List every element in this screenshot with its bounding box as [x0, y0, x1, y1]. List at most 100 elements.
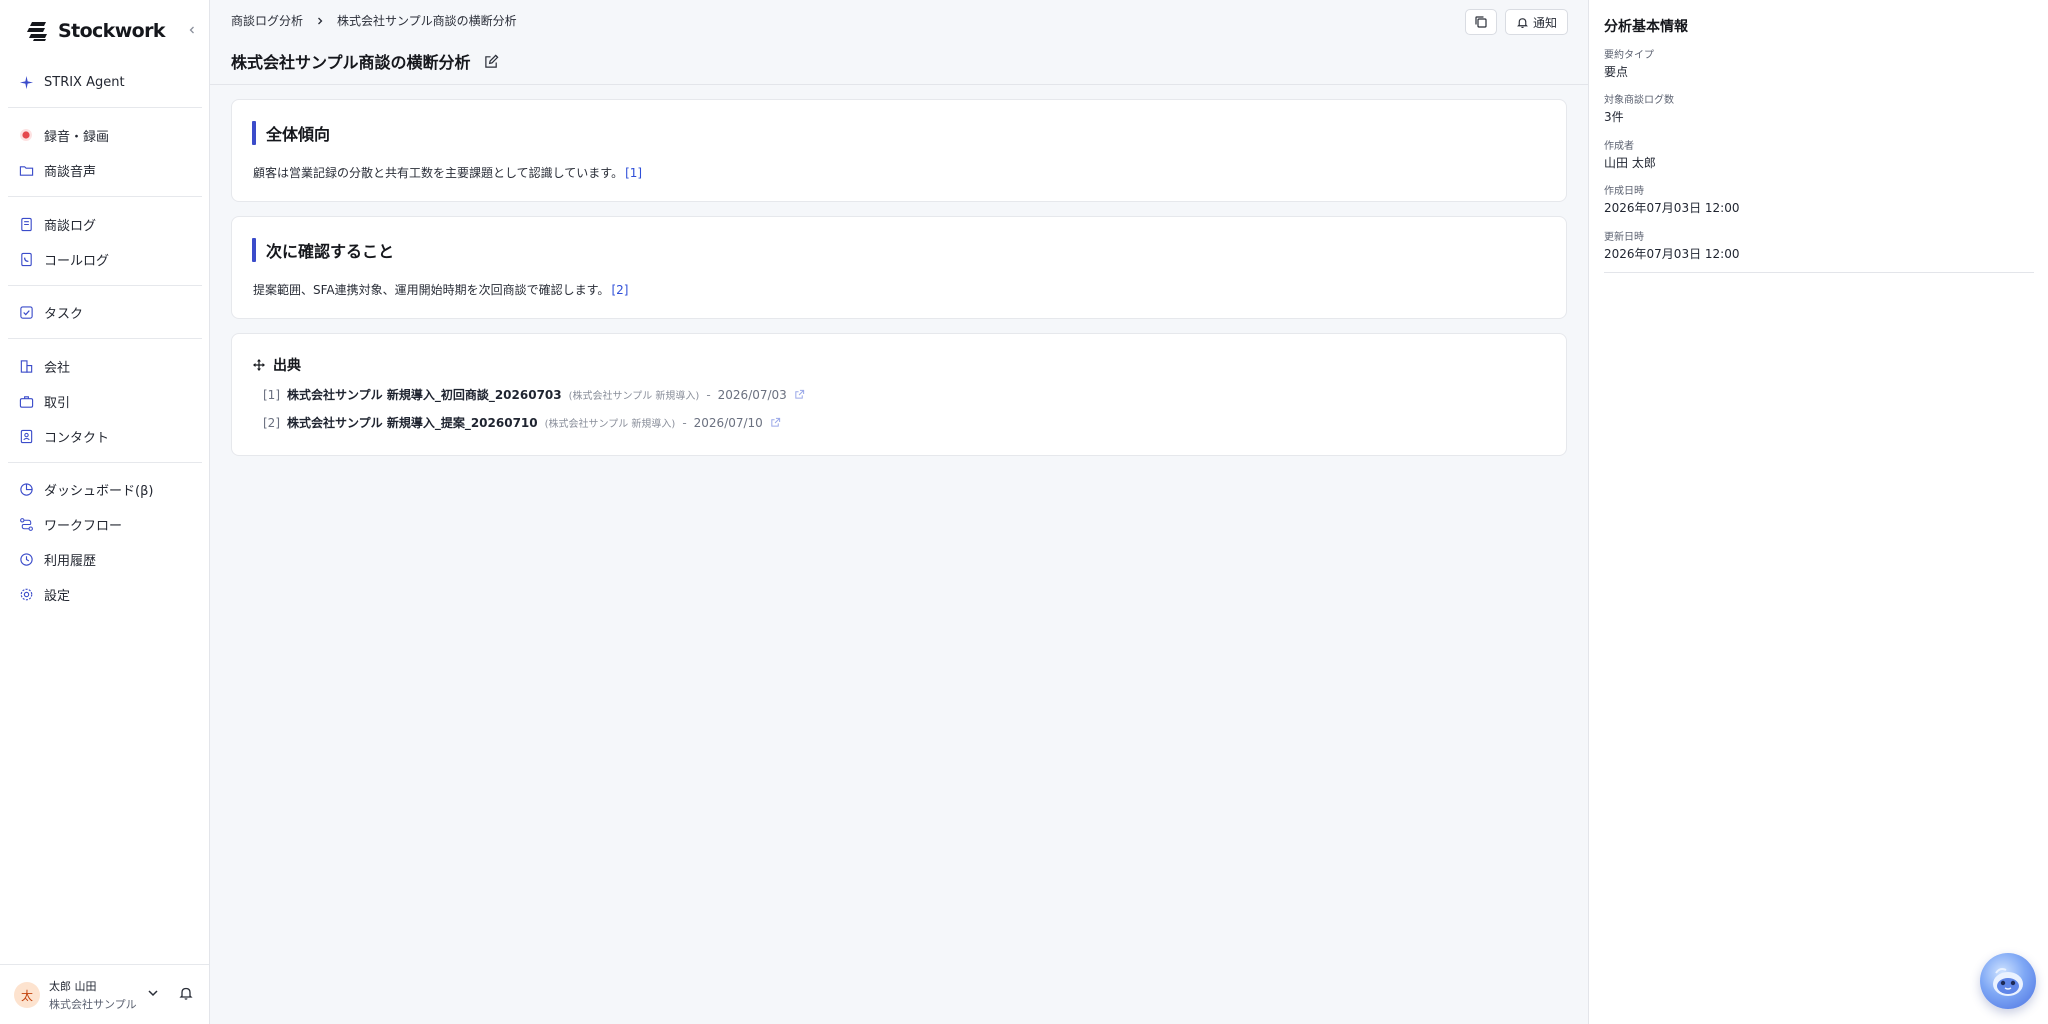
analysis-info-panel: 分析基本情報 要約タイプ 要点 対象商談ログ数 3件 作成者 山田 太郎 作成日… [1588, 0, 2048, 1024]
source-meta: (株式会社サンプル 新規導入) [568, 391, 700, 402]
assistant-chat-button[interactable] [1980, 953, 2036, 1009]
sidebar-item-label: 録音・録画 [44, 129, 110, 145]
info-value-created-at: 2026年07月03日 12:00 [1604, 201, 1740, 215]
sidebar-item-label: コールログ [44, 253, 110, 269]
sidebar-item-call-log[interactable]: コールログ [8, 245, 202, 273]
avatar[interactable]: 太 [14, 982, 40, 1008]
brand-name: Stockwork [58, 20, 166, 42]
citation-link[interactable]: [1] [625, 166, 642, 180]
sidebar-item-contact[interactable]: コンタクト [8, 422, 202, 450]
bell-icon[interactable] [178, 985, 194, 1001]
sidebar-item-usage-history[interactable]: 利用履歴 [8, 545, 202, 573]
user-name: 太郎 山田 [49, 980, 97, 993]
chevron-left-icon [189, 26, 194, 34]
main-content: 商談ログ分析 株式会社サンプル商談の横断分析 通知 株式会社サンプル商談の横断分… [210, 0, 1588, 1024]
page-title: 株式会社サンプル商談の横断分析 [231, 53, 471, 72]
notify-button[interactable]: 通知 [1505, 9, 1568, 35]
section-accent-bar [252, 238, 256, 262]
source-title[interactable]: 株式会社サンプル 新規導入_提案_20260710 [287, 414, 538, 431]
brand[interactable]: Stockwork [26, 18, 166, 44]
chevron-down-icon[interactable] [145, 985, 161, 1001]
citation-link[interactable]: [2] [611, 283, 628, 297]
sidebar-item-tasks[interactable]: タスク [8, 298, 202, 326]
info-value-author: 山田 太郎 [1604, 156, 1656, 170]
page-title-row: 株式会社サンプル商談の横断分析 [231, 49, 501, 73]
edit-title-button[interactable] [483, 52, 501, 70]
document-icon [18, 216, 34, 232]
collapse-sidebar-button[interactable] [184, 22, 200, 38]
sources-heading: 出典 [252, 355, 301, 375]
section-text: 提案範囲、SFA連携対象、運用開始時期を次回商談で確認します。 [253, 283, 610, 297]
user-menu[interactable]: 太 太郎 山田 株式会社サンプル [0, 964, 209, 1024]
pie-chart-icon [18, 481, 34, 497]
chevron-right-icon [313, 14, 327, 28]
record-icon [18, 127, 34, 143]
section-accent-bar [252, 121, 256, 145]
sidebar-item-recording[interactable]: 録音・録画 [8, 121, 202, 149]
sidebar-item-label: 商談ログ [44, 218, 97, 234]
sidebar-item-workflow[interactable]: ワークフロー [8, 510, 202, 538]
source-number: [2] [263, 415, 280, 430]
copy-icon [1475, 16, 1487, 28]
sidebar-item-label: ダッシュボード(β) [44, 483, 154, 499]
sidebar: Stockwork STRIX Agent 録音・録画 商談音声 商談ログ コー… [0, 0, 210, 1024]
sources-title: 出典 [273, 358, 301, 374]
edit-icon [485, 54, 499, 68]
sidebar-item-label: 設定 [44, 588, 71, 604]
section-text: 顧客は営業記録の分散と共有工数を主要課題として認識しています。 [253, 166, 624, 180]
sidebar-item-strix-agent[interactable]: STRIX Agent [8, 68, 202, 96]
copy-button[interactable] [1465, 9, 1497, 35]
phone-log-icon [18, 251, 34, 267]
info-value-updated-at: 2026年07月03日 12:00 [1604, 247, 1740, 261]
external-link-icon[interactable] [794, 389, 806, 401]
sidebar-item-label: 取引 [44, 395, 71, 411]
contact-card-icon [18, 428, 34, 444]
source-item: [2] 株式会社サンプル 新規導入_提案_20260710 (株式会社サンプル … [263, 414, 782, 431]
section-body: 提案範囲、SFA連携対象、運用開始時期を次回商談で確認します。 [2] [253, 281, 628, 298]
breadcrumb-item-analysis[interactable]: 商談ログ分析 [231, 12, 303, 29]
stockwork-logo-icon [27, 22, 47, 41]
source-title[interactable]: 株式会社サンプル 新規導入_初回商談_20260703 [287, 386, 562, 403]
sidebar-item-settings[interactable]: 設定 [8, 580, 202, 608]
sidebar-item-meeting-audio[interactable]: 商談音声 [8, 156, 202, 184]
sparkle-icon [18, 74, 34, 90]
info-label-summary-type: 要約タイプ [1604, 50, 1654, 61]
notify-label: 通知 [1532, 15, 1557, 30]
building-icon [18, 358, 34, 374]
sidebar-item-company[interactable]: 会社 [8, 352, 202, 380]
section-card-next-steps: 次に確認すること 提案範囲、SFA連携対象、運用開始時期を次回商談で確認します。… [231, 216, 1567, 319]
sidebar-divider [8, 196, 202, 197]
info-panel-title: 分析基本情報 [1604, 19, 1688, 35]
gear-icon [18, 586, 34, 602]
breadcrumb: 商談ログ分析 株式会社サンプル商談の横断分析 [231, 12, 517, 29]
folder-icon [18, 162, 34, 178]
sidebar-item-dashboard[interactable]: ダッシュボード(β) [8, 475, 202, 503]
section-heading: 次に確認すること [252, 238, 394, 262]
sidebar-divider [8, 338, 202, 339]
info-value-log-count: 3件 [1604, 110, 1624, 124]
info-label-log-count: 対象商談ログ数 [1604, 95, 1674, 106]
sidebar-divider [8, 285, 202, 286]
sidebar-divider [8, 462, 202, 463]
section-body: 顧客は営業記録の分散と共有工数を主要課題として認識しています。 [1] [253, 164, 642, 181]
external-link-icon[interactable] [770, 417, 782, 429]
breadcrumb-item-current: 株式会社サンプル商談の横断分析 [337, 14, 517, 28]
sidebar-item-meeting-log[interactable]: 商談ログ [8, 210, 202, 238]
clock-icon [18, 551, 34, 567]
section-heading: 全体傾向 [252, 121, 330, 145]
checkbox-icon [18, 304, 34, 320]
briefcase-icon [18, 393, 34, 409]
sidebar-divider [8, 107, 202, 108]
workflow-icon [18, 516, 34, 532]
info-divider [1604, 272, 2034, 273]
sidebar-item-label: 利用履歴 [44, 553, 97, 569]
source-meta: (株式会社サンプル 新規導入) [544, 419, 676, 430]
sidebar-item-label: 会社 [44, 360, 71, 376]
sidebar-item-label: タスク [44, 306, 84, 322]
source-item: [1] 株式会社サンプル 新規導入_初回商談_20260703 (株式会社サンプ… [263, 386, 806, 403]
sidebar-item-deal[interactable]: 取引 [8, 387, 202, 415]
assistant-mascot-icon [1993, 968, 2023, 996]
sidebar-item-label: STRIX Agent [44, 74, 125, 90]
info-label-author: 作成者 [1604, 141, 1634, 152]
move-icon [253, 359, 265, 371]
